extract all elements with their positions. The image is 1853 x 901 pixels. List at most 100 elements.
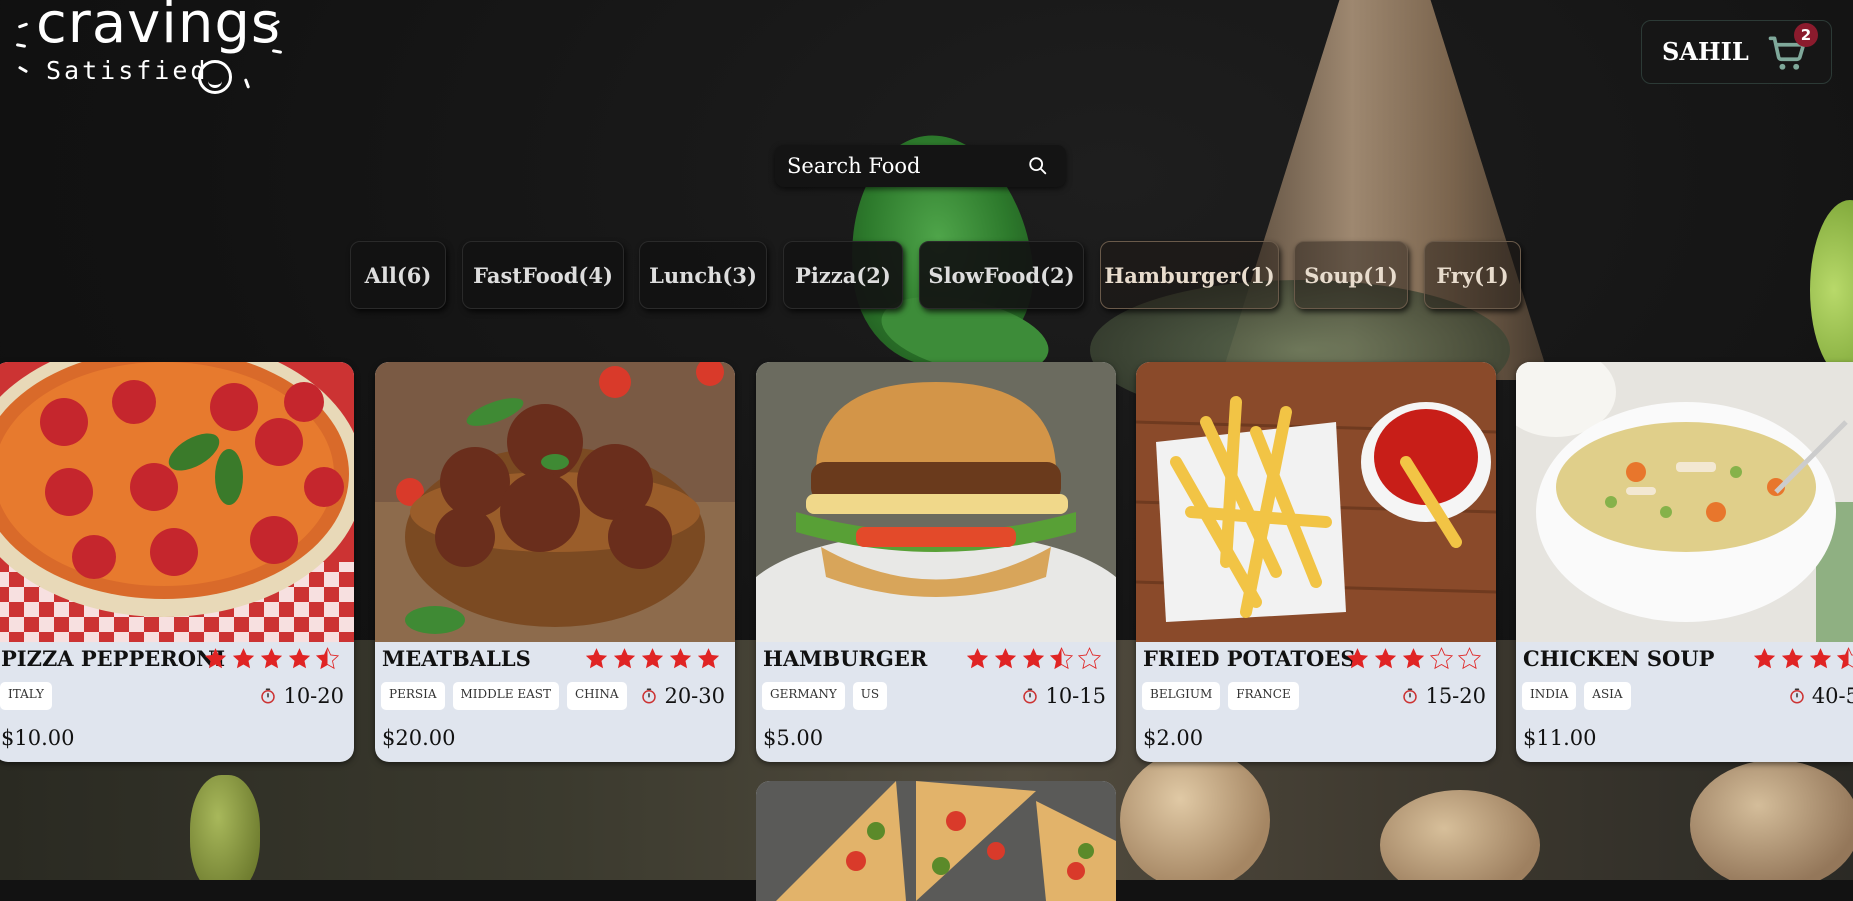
star-half-icon [1049, 647, 1074, 670]
timer-icon [1403, 688, 1418, 704]
star-full-icon [1402, 648, 1425, 669]
food-card[interactable]: PIZZA PEPPERONI ITALY 10-20 $10.00 [0, 362, 354, 762]
cook-time: 40-5 [1788, 684, 1853, 708]
origin-tags: GERMANY US [762, 682, 888, 710]
star-full-icon [669, 648, 692, 669]
origin-tag: PERSIA [381, 682, 445, 710]
star-full-icon [204, 648, 227, 669]
cook-time: 20-30 [640, 684, 725, 708]
food-price: $11.00 [1523, 726, 1597, 750]
origin-tag: BELGIUM [1142, 682, 1221, 710]
smiley-icon [198, 60, 232, 94]
category-pill-all[interactable]: All(6) [350, 241, 446, 309]
food-price: $2.00 [1143, 726, 1204, 750]
origin-tag: ITALY [0, 682, 52, 710]
rating-stars [1345, 646, 1482, 671]
food-price: $5.00 [763, 726, 824, 750]
hamburger-image [756, 362, 1116, 642]
pizza-pepperoni-image [0, 362, 354, 642]
cook-time-value: 10-15 [1045, 684, 1106, 708]
background-nut [1690, 760, 1853, 880]
search-button[interactable] [1027, 155, 1049, 177]
pizza-vegetable-image [756, 781, 1116, 901]
origin-tag: MIDDLE EAST [452, 682, 559, 710]
category-pill-fry[interactable]: Fry(1) [1424, 241, 1521, 309]
star-full-icon [966, 648, 989, 669]
timer-icon [261, 688, 276, 704]
category-pill-hamburger[interactable]: Hamburger(1) [1100, 241, 1279, 309]
origin-tag: ASIA [1584, 682, 1631, 710]
cook-time-value: 15-20 [1425, 684, 1486, 708]
star-full-icon [1022, 648, 1045, 669]
star-full-icon [1374, 648, 1397, 669]
background-nut [1120, 750, 1270, 880]
timer-icon [1023, 688, 1038, 704]
food-card[interactable]: FRIED POTATOES BELGIUM FRANCE 15-20 $2.0… [1136, 362, 1496, 762]
food-card[interactable]: HAMBURGER GERMANY US 10-15 $5.00 [756, 362, 1116, 762]
star-full-icon [288, 648, 311, 669]
cook-time-value: 20-30 [664, 684, 725, 708]
search-bar [775, 145, 1066, 187]
cook-time-value: 10-20 [283, 684, 344, 708]
star-full-icon [1809, 648, 1832, 669]
food-name: MEATBALLS [382, 646, 531, 671]
logo-subtitle: Satisfied [46, 56, 209, 85]
category-pill-lunch[interactable]: Lunch(3) [639, 241, 767, 309]
food-card[interactable] [756, 781, 1116, 901]
fried-potatoes-image [1136, 362, 1496, 642]
food-card[interactable]: CHICKEN SOUP INDIA ASIA 40-5 $11.00 [1516, 362, 1853, 762]
user-cart-box: SAHIL 2 [1641, 20, 1832, 84]
user-name[interactable]: SAHIL [1662, 37, 1749, 66]
origin-tag: CHINA [566, 682, 627, 710]
timer-icon [642, 688, 657, 704]
star-full-icon [260, 648, 283, 669]
star-empty-icon [1429, 647, 1454, 670]
cook-time: 10-20 [259, 684, 344, 708]
star-full-icon [1753, 648, 1776, 669]
star-full-icon [232, 648, 255, 669]
cart-count-badge: 2 [1794, 23, 1818, 47]
origin-tags: INDIA ASIA [1522, 682, 1631, 710]
food-price: $10.00 [1, 726, 75, 750]
star-full-icon [697, 648, 720, 669]
cook-time: 10-15 [1021, 684, 1106, 708]
cook-time-value: 40-5 [1811, 684, 1853, 708]
food-name: PIZZA PEPPERONI [1, 646, 226, 671]
background-olive [190, 775, 260, 880]
origin-tags: PERSIA MIDDLE EAST CHINA [381, 682, 627, 710]
logo-title: cravings [36, 0, 282, 56]
star-full-icon [1781, 648, 1804, 669]
star-full-icon [641, 648, 664, 669]
star-full-icon [585, 648, 608, 669]
chicken-soup-image [1516, 362, 1853, 642]
search-input[interactable] [787, 152, 1017, 180]
category-pill-slowfood[interactable]: SlowFood(2) [919, 241, 1084, 309]
category-pill-pizza[interactable]: Pizza(2) [783, 241, 903, 309]
star-full-icon [1346, 648, 1369, 669]
food-name: FRIED POTATOES [1143, 646, 1356, 671]
star-full-icon [994, 648, 1017, 669]
star-half-icon [315, 647, 340, 670]
rating-stars [584, 646, 721, 671]
food-name: HAMBURGER [763, 646, 928, 671]
food-price: $20.00 [382, 726, 456, 750]
origin-tag: INDIA [1522, 682, 1577, 710]
cook-time: 15-20 [1401, 684, 1486, 708]
origin-tags: ITALY [0, 682, 52, 710]
timer-icon [1790, 688, 1804, 704]
star-empty-icon [1077, 647, 1102, 670]
origin-tags: BELGIUM FRANCE [1142, 682, 1299, 710]
star-full-icon [613, 648, 636, 669]
logo[interactable]: cravings Satisfied [12, 0, 283, 102]
origin-tag: FRANCE [1228, 682, 1299, 710]
meatballs-image [375, 362, 735, 642]
rating-stars [1752, 646, 1853, 671]
food-name: CHICKEN SOUP [1523, 646, 1715, 671]
category-pill-fastfood[interactable]: FastFood(4) [462, 241, 624, 309]
food-card[interactable]: MEATBALLS PERSIA MIDDLE EAST CHINA 20-30… [375, 362, 735, 762]
origin-tag: US [852, 682, 888, 710]
star-empty-icon [1457, 647, 1482, 670]
category-pill-soup[interactable]: Soup(1) [1294, 241, 1408, 309]
rating-stars [203, 646, 340, 671]
rating-stars [965, 646, 1102, 671]
